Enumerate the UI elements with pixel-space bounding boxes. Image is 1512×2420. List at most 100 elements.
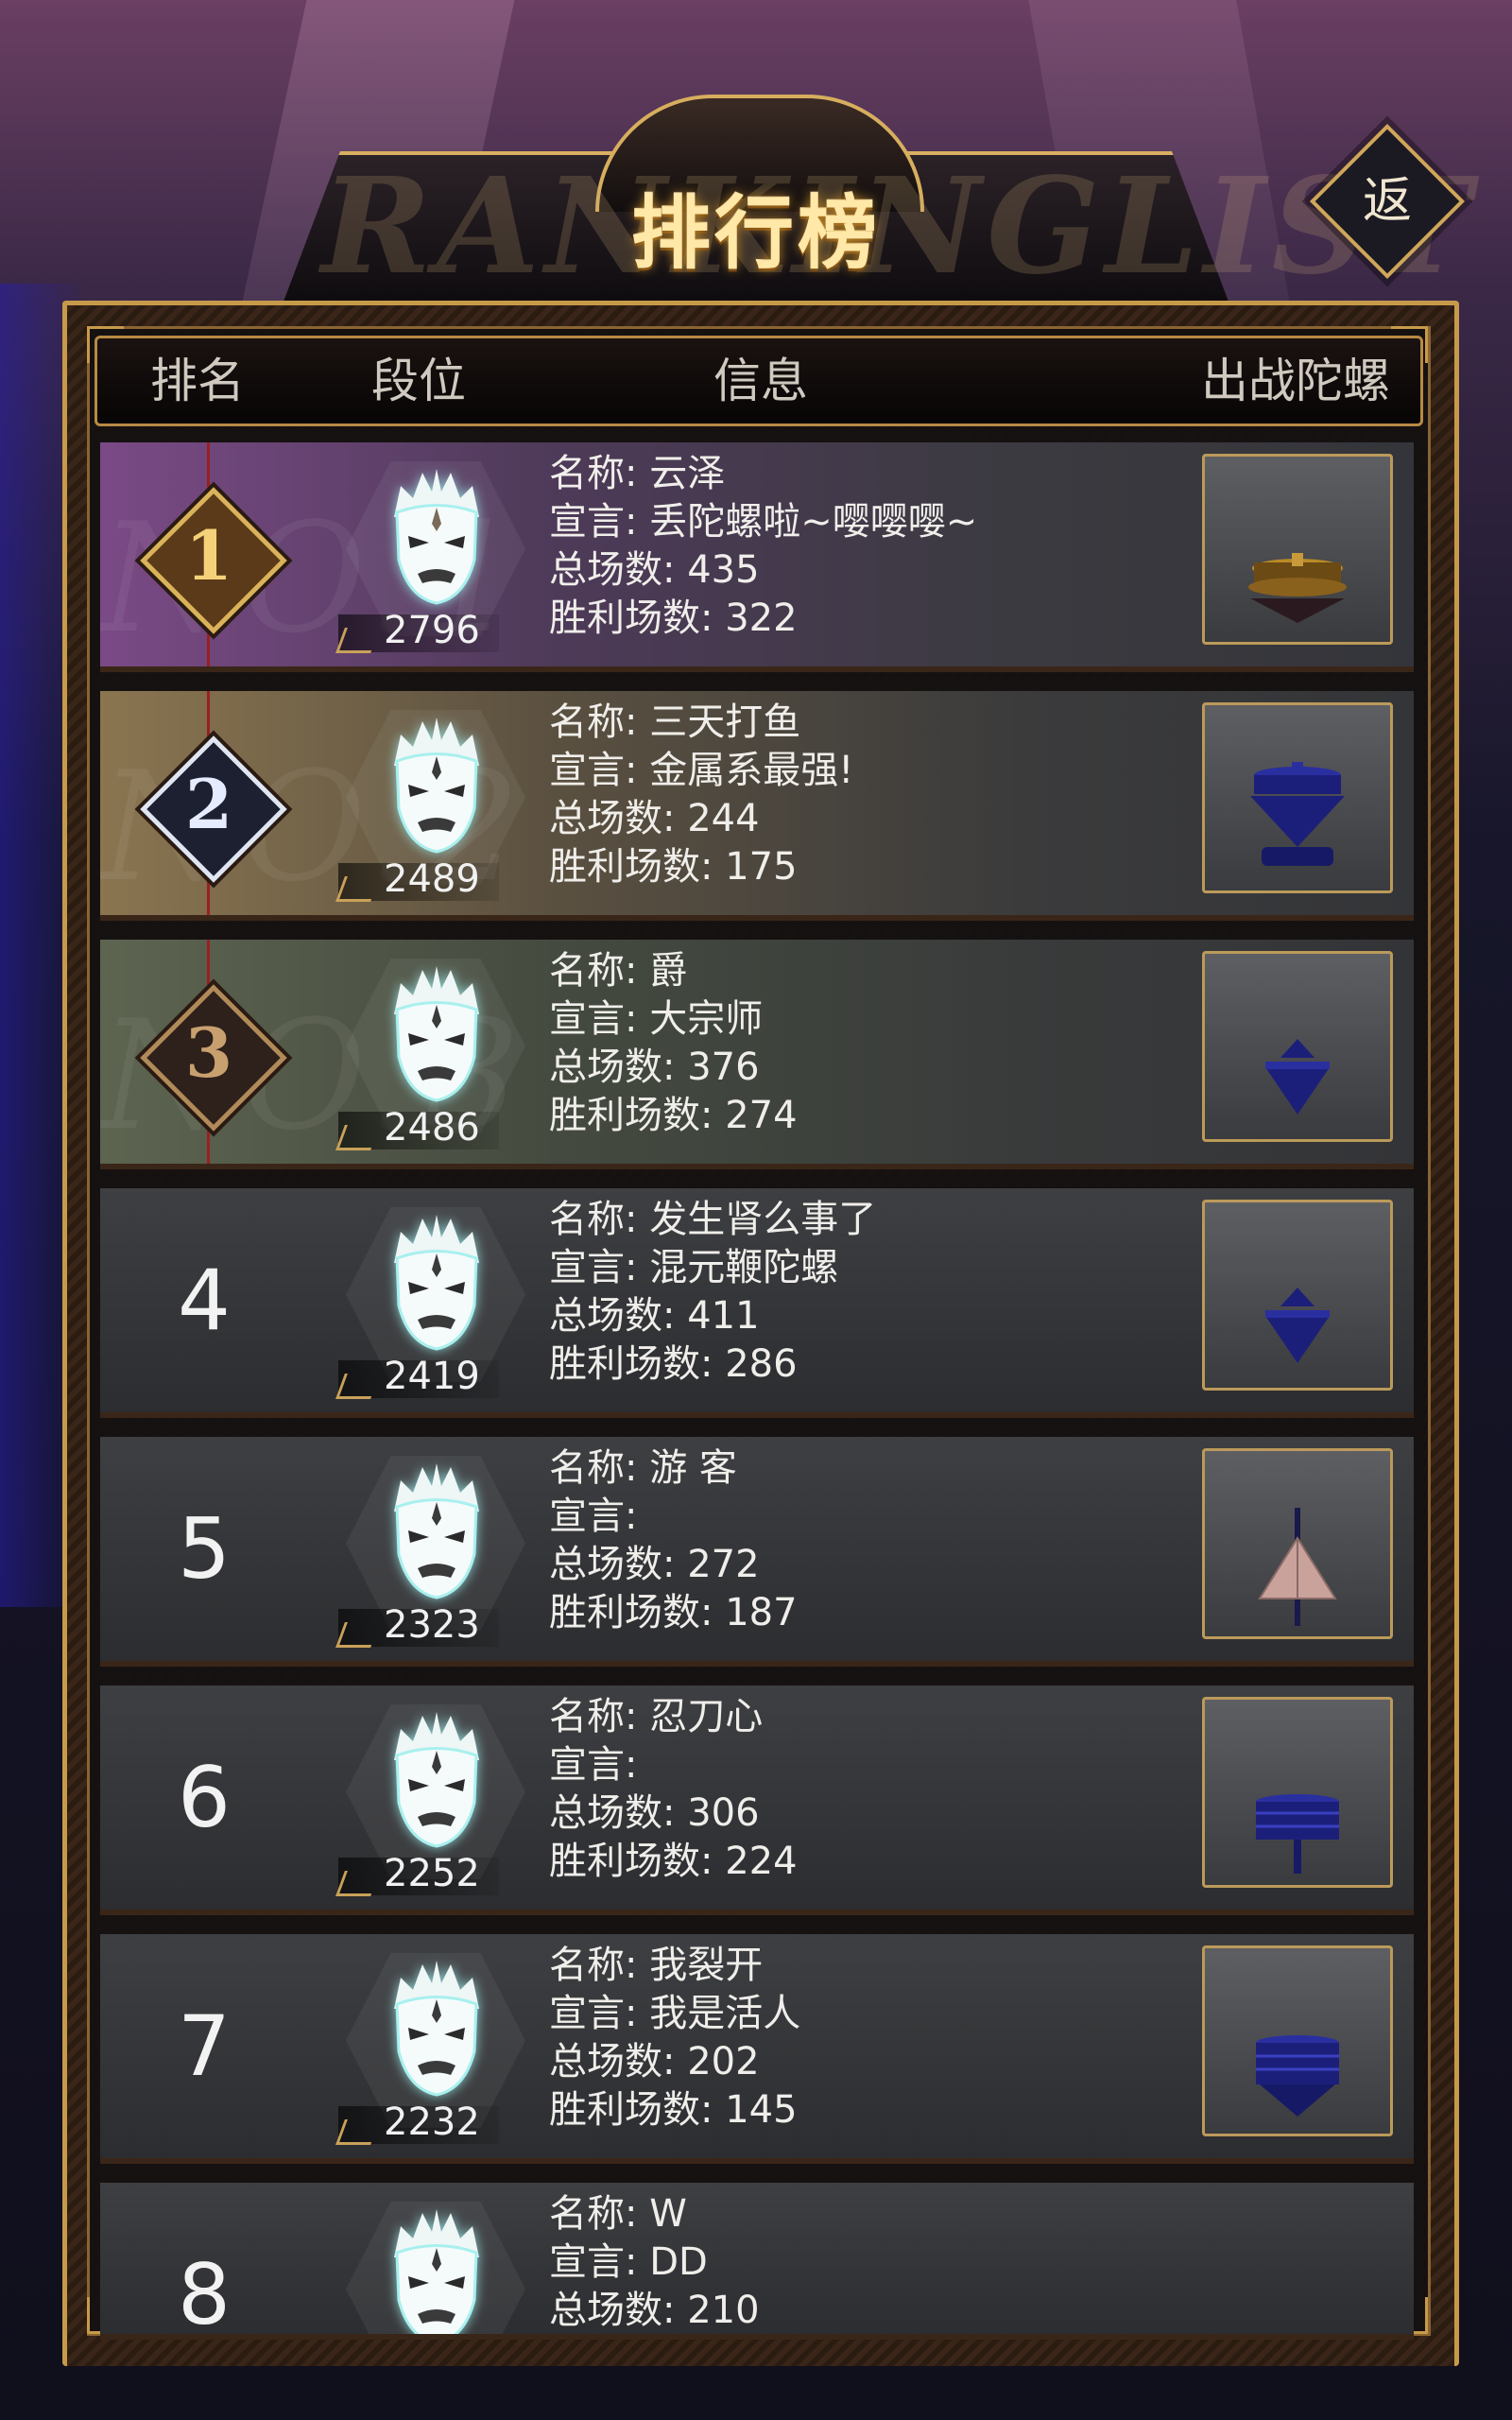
header-top: 出战陀螺	[1201, 354, 1390, 408]
player-info: 名称: 爵宣言: 大宗师 总场数: 376 胜利场数: 274	[549, 947, 798, 1140]
rank-number: 7	[178, 1997, 231, 2095]
tier-score: 2796	[384, 609, 480, 652]
header-info: 信息	[713, 354, 808, 408]
blue-small-cone-spinning-top-icon	[1265, 1288, 1330, 1363]
player-wins: 胜利场数: 175	[549, 845, 798, 889]
table-row[interactable]: 8 名称: W 宣言: DD 总场数: 210	[100, 2183, 1414, 2340]
player-info: 名称: 云泽宣言: 丢陀螺啦~嘤嘤嘤~ 总场数: 435 胜利场数: 322	[549, 450, 977, 643]
blue-layered-spinning-top-icon	[1256, 2035, 1339, 2117]
battle-top-slot[interactable]	[1202, 951, 1393, 1142]
rank-medal-icon: 1	[140, 442, 287, 666]
rank-medal-icon: 3	[140, 940, 287, 1164]
player-info: 名称: 发生肾么事了 宣言: 混元鞭陀螺 总场数: 411 胜利场数: 286	[549, 1196, 876, 1389]
blue-cone-spinning-top-icon	[1250, 762, 1345, 866]
player-name: 名称: 发生肾么事了	[549, 1198, 877, 1241]
tier-badge	[380, 1211, 493, 1353]
rank-number: 4	[178, 1252, 231, 1349]
tier-badge	[380, 1957, 493, 2099]
player-name: 名称: 游 客	[549, 1446, 737, 1490]
player-motto: 宣言: 金属系最强!	[549, 749, 854, 792]
rank-number: 5	[178, 1500, 231, 1598]
player-total-matches: 总场数: 272	[549, 1543, 760, 1586]
table-row[interactable]: 4 2419 名称: 发生肾么事了 宣言: 混元鞭陀螺 总场数: 411 胜利场数: 28…	[100, 1188, 1414, 1418]
rank-number: 8	[178, 2246, 231, 2340]
table-row[interactable]: NO.1 1 2796 名称: 云泽 宣言: 丢陀螺啦~嘤嘤嘤~ 总场数: 435 胜利场数…	[100, 442, 1414, 672]
player-total-matches: 总场数: 376	[549, 1046, 760, 1089]
table-row[interactable]: NO.3 3 2486 名称: 爵宣言: 大宗师 总场数: 376 胜利场数: 274	[100, 940, 1414, 1169]
battle-top-slot[interactable]	[1202, 454, 1393, 645]
rank-number: 1	[184, 515, 233, 596]
player-total-matches: 总场数: 210	[549, 2289, 760, 2332]
tier-mask-icon	[394, 1215, 479, 1351]
player-info: 名称: 三天打鱼宣言: 金属系最强! 总场数: 244 胜利场数: 175	[549, 699, 853, 891]
blue-small-cone-spinning-top-icon	[1265, 1039, 1330, 1115]
player-wins: 胜利场数: 322	[549, 596, 798, 640]
player-total-matches: 总场数: 435	[549, 548, 760, 592]
player-motto: 宣言: DD	[549, 2240, 708, 2284]
tier-mask-icon	[394, 1463, 479, 1599]
tier-badge	[380, 465, 493, 607]
tier-score: 2486	[384, 1106, 480, 1150]
player-wins: 胜利场数: 145	[549, 2088, 798, 2132]
player-name: 名称: 云泽	[549, 452, 726, 495]
table-row[interactable]: 6 2252 名称: 忍刀心 宣言: 总场数: 306 胜利场数: 224	[100, 1685, 1414, 1915]
tier-score: 2323	[384, 1603, 480, 1647]
player-total-matches: 总场数: 306	[549, 1791, 760, 1835]
table-row[interactable]: NO.2 2 2489 名称: 三天打鱼 宣言: 金属系最强! 总场数: 244 胜利场数:…	[100, 691, 1414, 921]
blue-stacked-spinning-top-icon	[1256, 1794, 1339, 1874]
player-name: 名称: 爵	[549, 949, 688, 993]
rank-number: 3	[184, 1012, 233, 1093]
gold-flat-spinning-top-icon	[1248, 553, 1347, 623]
battle-top-slot[interactable]	[1202, 1448, 1393, 1639]
player-total-matches: 总场数: 411	[549, 1294, 760, 1338]
player-name: 名称: 忍刀心	[549, 1695, 764, 1738]
table-header: 排名 段位 信息 出战陀螺	[94, 336, 1423, 426]
tier-mask-icon	[394, 469, 479, 605]
player-name: 名称: W	[549, 2192, 687, 2236]
tier-mask-icon	[394, 2209, 479, 2334]
table-row[interactable]: 7 2232 名称: 我裂开 宣言: 我是活人 总场数: 202 胜利场数: 145	[100, 1934, 1414, 2164]
tier-score: 2252	[384, 1852, 480, 1895]
back-button-label[interactable]: 返	[1332, 147, 1442, 256]
player-motto: 宣言:	[549, 1495, 638, 1538]
player-wins: 胜利场数: 187	[549, 1591, 798, 1634]
tier-mask-icon	[394, 1961, 479, 2097]
rank-number: 2	[184, 764, 233, 844]
player-name: 名称: 三天打鱼	[549, 700, 801, 744]
rank-medal-icon: 2	[140, 691, 287, 915]
tier-badge	[380, 1708, 493, 1850]
player-name: 名称: 我裂开	[549, 1944, 764, 1987]
tier-badge	[380, 2205, 493, 2334]
player-wins: 胜利场数: 274	[549, 1094, 798, 1137]
player-motto: 宣言: 混元鞭陀螺	[549, 1246, 839, 1289]
player-info: 名称: W 宣言: DD 总场数: 210	[549, 2190, 760, 2334]
tier-score: 2232	[384, 2100, 480, 2144]
player-motto: 宣言:	[549, 1743, 638, 1787]
player-motto: 宣言: 大宗师	[549, 997, 764, 1041]
table-row[interactable]: 5 2323 名称: 游 客宣言: 总场数: 272 胜利场数: 187	[100, 1437, 1414, 1667]
tier-score: 2419	[384, 1355, 480, 1398]
tier-mask-icon	[394, 1712, 479, 1848]
header-rank: 排名	[150, 354, 245, 408]
battle-top-slot[interactable]	[1202, 702, 1393, 893]
player-total-matches: 总场数: 244	[549, 797, 760, 840]
player-info: 名称: 我裂开 宣言: 我是活人 总场数: 202 胜利场数: 145	[549, 1942, 800, 2135]
player-info: 名称: 游 客宣言: 总场数: 272 胜利场数: 187	[549, 1444, 798, 1637]
battle-top-slot[interactable]	[1202, 1697, 1393, 1888]
tier-mask-icon	[394, 717, 479, 854]
page-title: 排行榜	[630, 187, 881, 280]
tier-badge	[380, 714, 493, 856]
header-tier: 段位	[371, 354, 466, 408]
tier-mask-icon	[394, 966, 479, 1102]
player-motto: 宣言: 丢陀螺啦~嘤嘤嘤~	[549, 500, 978, 544]
player-wins: 胜利场数: 286	[549, 1342, 798, 1386]
player-total-matches: 总场数: 202	[549, 2040, 760, 2083]
tier-badge	[380, 1460, 493, 1601]
battle-top-slot[interactable]	[1202, 1200, 1393, 1391]
player-info: 名称: 忍刀心 宣言: 总场数: 306 胜利场数: 224	[549, 1693, 798, 1886]
title-banner: RANKINGLIST 排行榜	[284, 95, 1471, 302]
battle-top-slot[interactable]	[1202, 1945, 1393, 2136]
rank-number: 6	[178, 1749, 231, 1846]
tier-badge	[380, 962, 493, 1104]
player-motto: 宣言: 我是活人	[549, 1992, 801, 2035]
